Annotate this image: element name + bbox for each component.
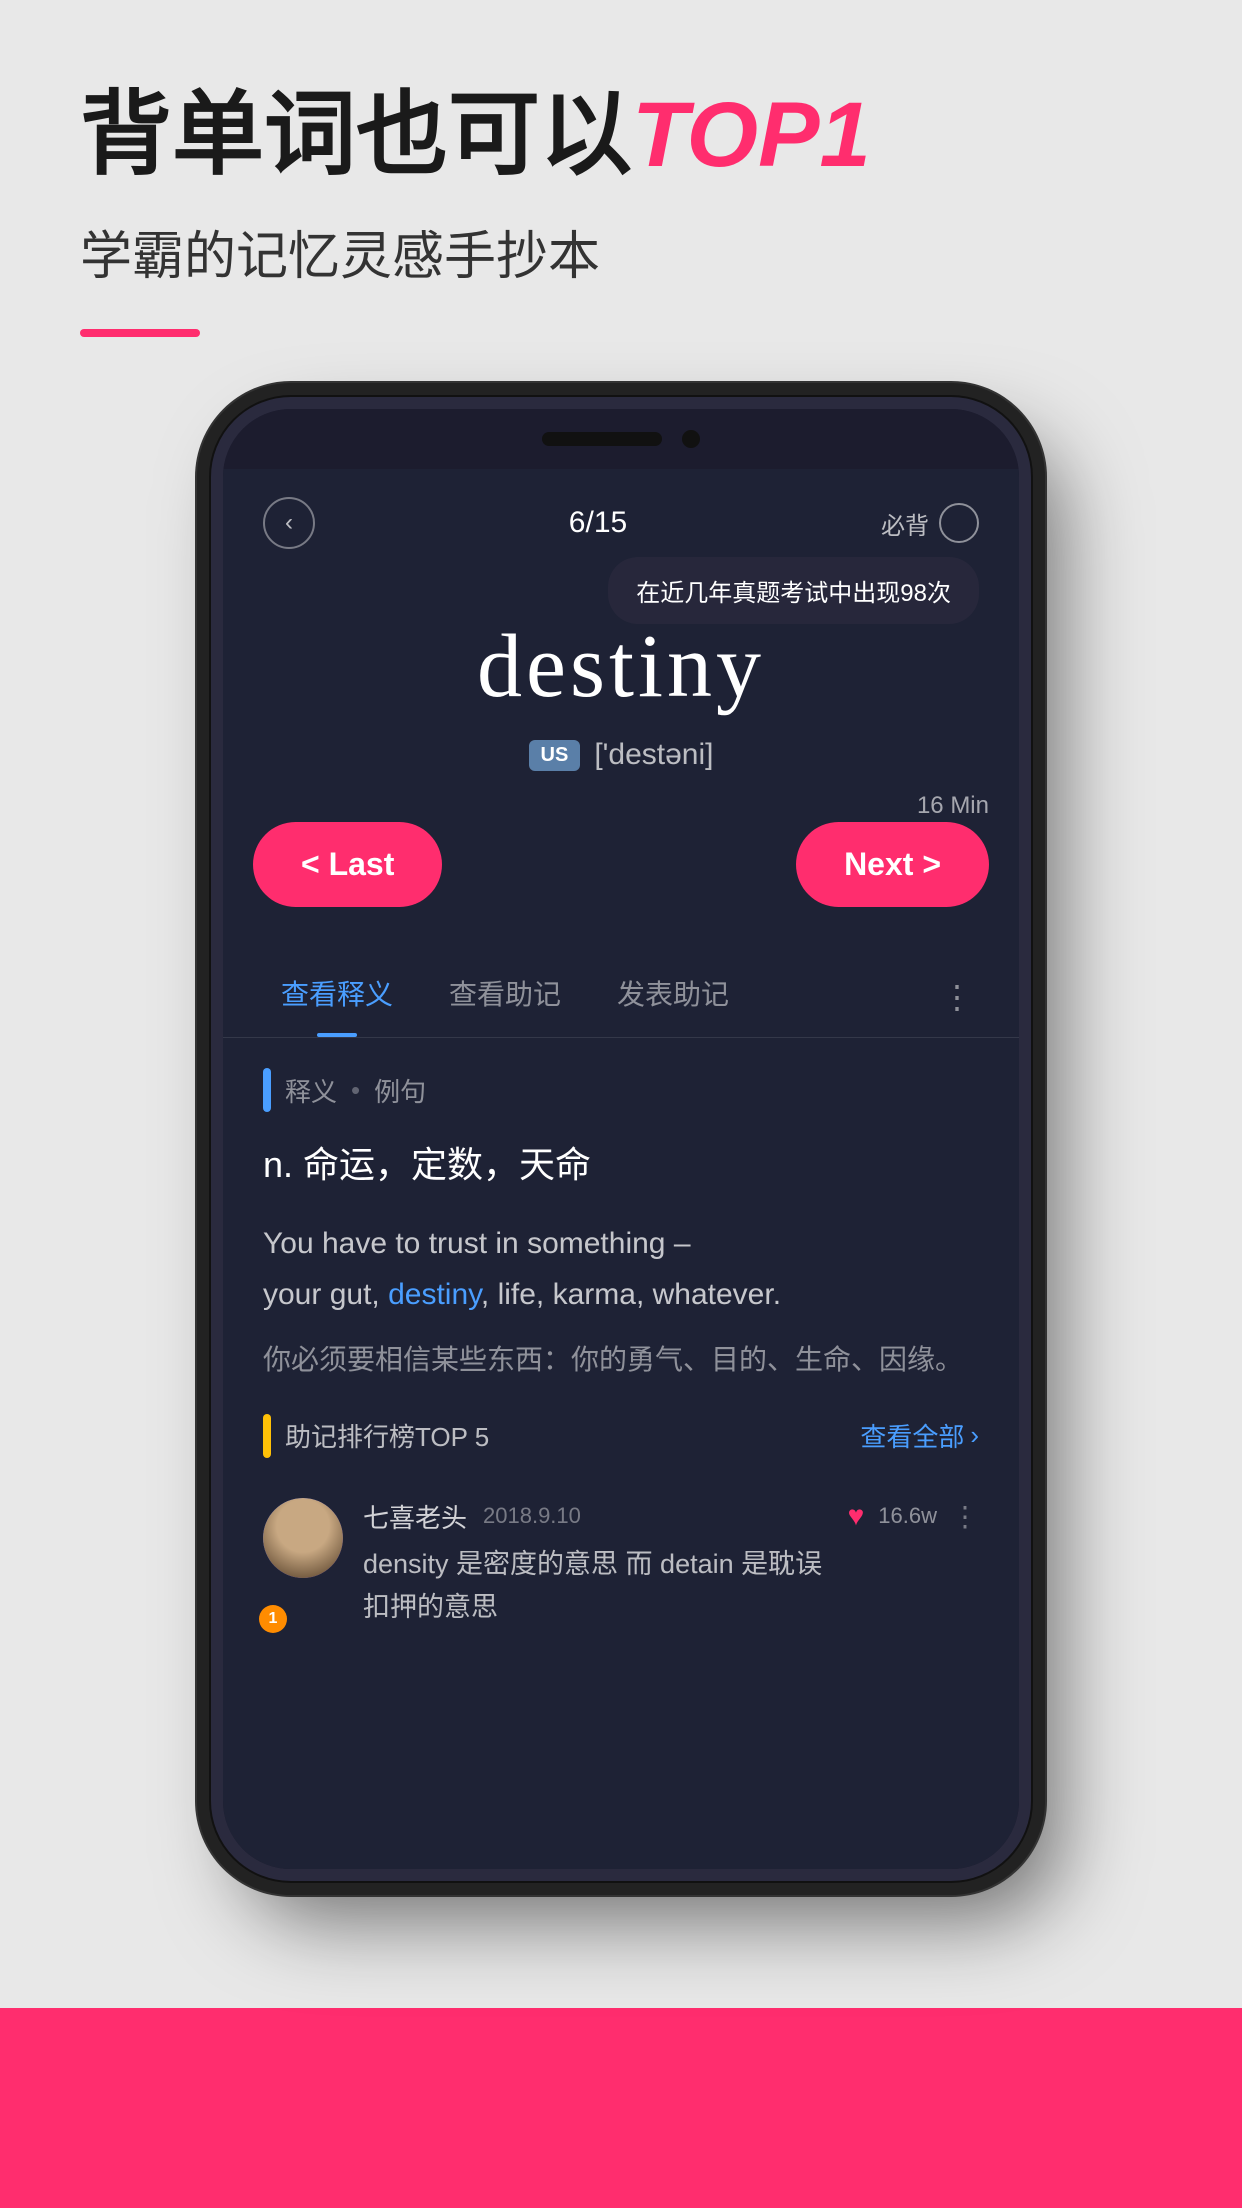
- tooltip-bubble: 在近几年真题考试中出现98次: [608, 557, 979, 624]
- back-button[interactable]: ‹: [263, 497, 315, 549]
- definition-chinese: n. 命运，定数，天命: [263, 1136, 979, 1194]
- pink-bottom-strip: [0, 2008, 1242, 2208]
- phone-wrapper: ‹ 6/15 必背 在近几年真题考试中出现98次 destiny US ['de…: [0, 397, 1242, 1881]
- like-icon[interactable]: ♥: [848, 1500, 865, 1532]
- tab-post-mnemonic-label: 发表助记: [617, 979, 729, 1010]
- mnemonic-title-group: 助记排行榜TOP 5: [263, 1414, 489, 1458]
- commenter-name: 七喜老头: [363, 1498, 467, 1535]
- phone-screen: ‹ 6/15 必背 在近几年真题考试中出现98次 destiny US ['de…: [223, 469, 1019, 1869]
- tab-definition-label: 查看释义: [281, 979, 393, 1010]
- phone-camera: [682, 430, 700, 448]
- word-display: destiny: [263, 615, 979, 718]
- example-en-highlight: destiny: [388, 1278, 481, 1311]
- back-icon: ‹: [285, 509, 293, 537]
- title-highlight: TOP1: [632, 84, 871, 186]
- sub-title: 学霸的记忆灵感手抄本: [80, 214, 1162, 289]
- tab-mnemonic-label: 查看助记: [449, 979, 561, 1010]
- see-all-label: 查看全部: [860, 1417, 964, 1454]
- tab-more-button[interactable]: ⋮: [925, 962, 989, 1032]
- main-title: 背单词也可以TOP1: [80, 80, 1162, 190]
- comment-meta: 七喜老头 2018.9.10 ♥ 16.6w ⋮: [363, 1498, 979, 1535]
- like-count: 16.6w: [878, 1503, 937, 1529]
- progress-indicator: 6/15: [569, 506, 627, 540]
- mnemonic-header: 助记排行榜TOP 5 查看全部 ›: [263, 1414, 979, 1458]
- yellow-bar-accent: [263, 1414, 271, 1458]
- title-part1: 背单词也可以: [80, 84, 632, 186]
- comment-body: 七喜老头 2018.9.10 ♥ 16.6w ⋮ density 是密度的意思 …: [363, 1498, 979, 1629]
- see-all-button[interactable]: 查看全部 ›: [860, 1417, 979, 1454]
- phonetic-text: ['destəni]: [594, 738, 713, 772]
- section-header: 释义 • 例句: [263, 1068, 979, 1112]
- example-chinese: 你必须要相信某些东西：你的勇气、目的、生命、因缘。: [263, 1336, 979, 1384]
- phone-speaker: [542, 432, 662, 446]
- phonetic-badge: US: [529, 740, 581, 771]
- avatar-wrapper: 1: [263, 1498, 343, 1629]
- nav-bar: ‹ 6/15 必背 在近几年真题考试中出现98次: [223, 469, 1019, 565]
- definition-content: 释义 • 例句 n. 命运，定数，天命 You have to trust in…: [223, 1038, 1019, 1679]
- tab-post-mnemonic[interactable]: 发表助记: [589, 957, 757, 1037]
- comment-text-part2: 扣押的意思: [363, 1592, 498, 1622]
- more-options-icon[interactable]: ⋮: [951, 1500, 979, 1533]
- must-remember-toggle[interactable]: [939, 503, 979, 543]
- dot-sep: •: [351, 1075, 360, 1106]
- example-english: You have to trust in something – your gu…: [263, 1218, 979, 1320]
- tab-bar: 查看释义 查看助记 发表助记 ⋮: [223, 937, 1019, 1038]
- must-remember-control[interactable]: 必背: [881, 503, 979, 543]
- comment-date: 2018.9.10: [483, 1503, 581, 1529]
- comment-actions: ♥ 16.6w ⋮: [848, 1500, 979, 1533]
- comment-card: 1 七喜老头 2018.9.10 ♥ 16.6w ⋮: [263, 1478, 979, 1649]
- comment-text: density 是密度的意思 而 detain 是耽误 扣押的意思: [363, 1543, 979, 1629]
- tooltip-text: 在近几年真题考试中出现98次: [636, 580, 951, 607]
- blue-bar-accent: [263, 1068, 271, 1112]
- phone-device: ‹ 6/15 必背 在近几年真题考试中出现98次 destiny US ['de…: [211, 397, 1031, 1881]
- example-en-part2: your gut,: [263, 1278, 388, 1311]
- tab-definition[interactable]: 查看释义: [253, 957, 421, 1037]
- time-indicator: 16 Min: [917, 792, 989, 820]
- chevron-right-icon: ›: [970, 1420, 979, 1451]
- example-label: 例句: [374, 1072, 426, 1109]
- red-underline: [80, 329, 200, 337]
- example-en-part1: You have to trust in something –: [263, 1227, 691, 1260]
- example-en-part3: , life, karma, whatever.: [481, 1278, 781, 1311]
- next-button[interactable]: Next >: [796, 822, 989, 907]
- phone-top-bar: [223, 409, 1019, 469]
- definition-label: 释义: [285, 1072, 337, 1109]
- comment-text-part1: density 是密度的意思 而 detain 是耽误: [363, 1549, 822, 1579]
- rank-badge: 1: [259, 1605, 287, 1633]
- must-remember-label: 必背: [881, 506, 929, 541]
- nav-buttons: 16 Min < Last Next >: [223, 802, 1019, 937]
- last-button[interactable]: < Last: [253, 822, 442, 907]
- tab-mnemonic[interactable]: 查看助记: [421, 957, 589, 1037]
- top-section: 背单词也可以TOP1 学霸的记忆灵感手抄本: [0, 0, 1242, 337]
- avatar-image: [263, 1498, 343, 1578]
- word-phonetic: US ['destəni]: [263, 738, 979, 772]
- avatar: [263, 1498, 343, 1578]
- mnemonic-title: 助记排行榜TOP 5: [285, 1417, 489, 1454]
